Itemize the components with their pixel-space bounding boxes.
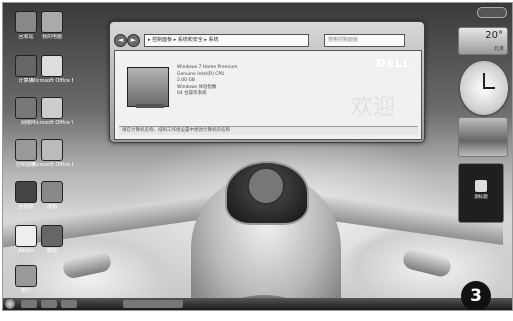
computer-monitor-icon xyxy=(127,67,169,108)
desktop-icon-sogou[interactable]: 搜狗 xyxy=(31,181,73,210)
system-info: Windows 7 Home Premium Genuine Intel(R) … xyxy=(177,65,238,98)
clock-gadget[interactable] xyxy=(458,59,510,117)
weather-city: 北京 xyxy=(493,46,504,52)
desktop-icon-computer[interactable]: 我的电脑 xyxy=(31,11,73,40)
feed-label: 源标题 xyxy=(474,195,488,200)
address-bar[interactable]: ▸ 控制面板 ▸ 系统和安全 ▸ 系统 xyxy=(144,34,309,47)
taskbar-app[interactable] xyxy=(61,300,77,308)
info-line: 64 位操作系统 xyxy=(177,91,207,96)
clock-minute-hand xyxy=(483,87,495,89)
feed-icon xyxy=(475,180,487,192)
desktop-icon-user[interactable]: 用户 xyxy=(5,265,47,294)
excel-icon xyxy=(41,55,63,77)
step-number-badge: 3 xyxy=(461,281,491,310)
slideshow-gadget[interactable] xyxy=(458,117,508,157)
feed-gadget[interactable]: 源标题 xyxy=(458,163,504,223)
back-button[interactable]: ◄ xyxy=(114,34,127,47)
gadget-toggle[interactable] xyxy=(477,7,507,18)
window-navbar: ◄ ► ▸ 控制面板 ▸ 系统和安全 ▸ 系统 搜索控制面板 xyxy=(114,34,420,47)
start-button[interactable] xyxy=(5,299,15,309)
system-window[interactable]: ◄ ► ▸ 控制面板 ▸ 系统和安全 ▸ 系统 搜索控制面板 Windows 7… xyxy=(109,21,425,143)
desktop-icon-word[interactable]: Microsoft Office Wor... xyxy=(31,97,73,126)
weather-temp: 20° xyxy=(485,30,503,41)
help-icon xyxy=(41,225,63,247)
status-link[interactable]: 请在计算机名称、域和工作组设置中更改计算机的名称 xyxy=(119,126,418,135)
clock-hour-hand xyxy=(483,73,485,87)
desktop-icon-powerpoint[interactable]: Microsoft Office Pow... xyxy=(31,139,73,168)
info-line: Windows 7 Home Premium xyxy=(177,65,238,70)
computer-icon xyxy=(41,11,63,33)
wallpaper-pilot xyxy=(247,167,285,205)
user-icon xyxy=(15,265,37,287)
brand-logo: DELL xyxy=(376,57,411,70)
search-input[interactable]: 搜索控制面板 xyxy=(324,34,405,47)
taskbar: ◂ ◆ ◆ xyxy=(3,298,512,310)
welcome-watermark: 欢迎 xyxy=(350,95,395,120)
powerpoint-icon xyxy=(41,139,63,161)
taskbar-app[interactable] xyxy=(21,300,37,308)
desktop-icon-excel[interactable]: Microsoft Office Exc... xyxy=(31,55,73,84)
desktop: 回收站 我的电脑 计算机 Microsoft Office Exc... 网络 … xyxy=(2,2,513,311)
app-icon xyxy=(41,181,63,203)
taskbar-app[interactable] xyxy=(41,300,57,308)
forward-button[interactable]: ► xyxy=(127,34,140,47)
desktop-icon-help[interactable]: 帮助 xyxy=(31,225,73,254)
window-content: Windows 7 Home Premium Genuine Intel(R) … xyxy=(114,50,422,140)
word-icon xyxy=(41,97,63,119)
taskbar-window[interactable] xyxy=(123,300,183,308)
weather-gadget[interactable]: 20° 北京 xyxy=(458,27,508,55)
